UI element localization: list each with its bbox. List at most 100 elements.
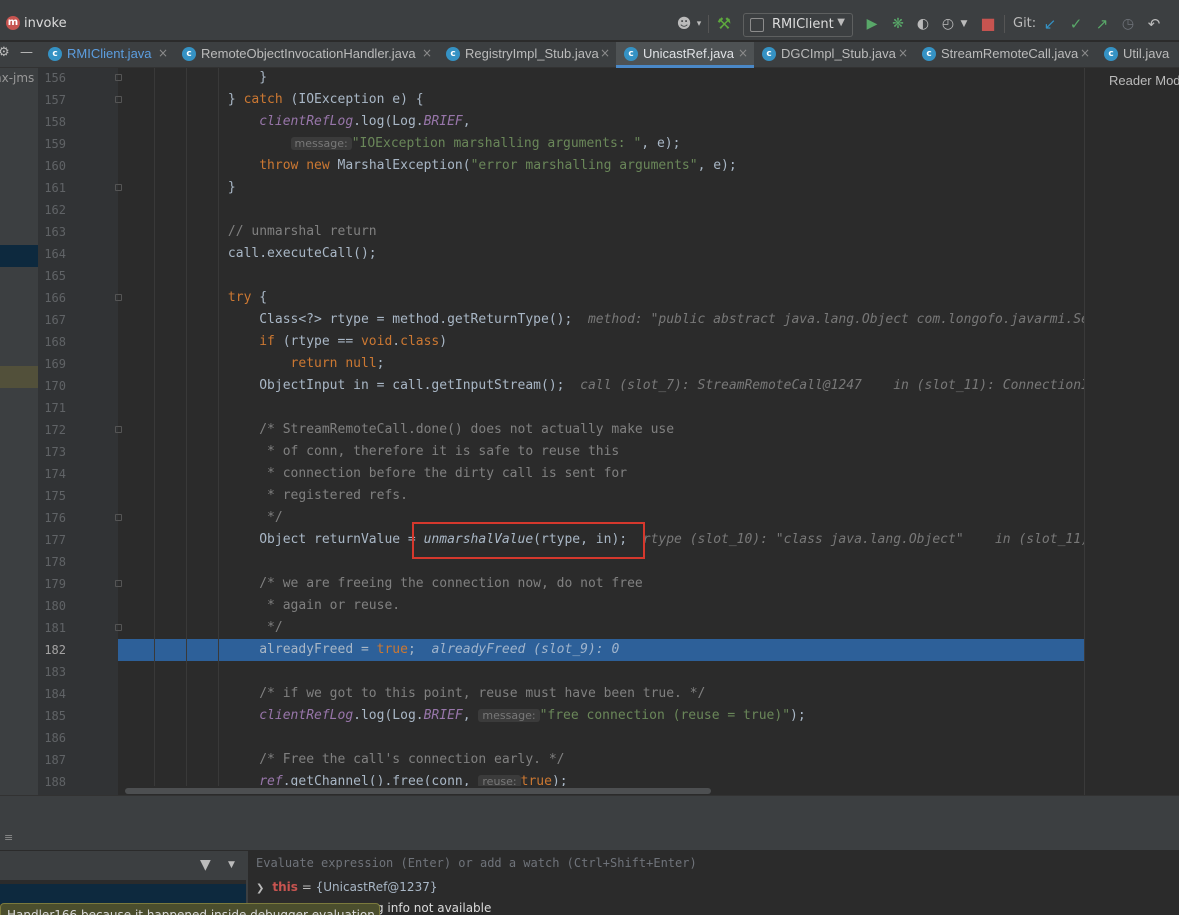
code-line[interactable]: * again or reuse. (134, 595, 400, 617)
user-icon[interactable]: ☻ (674, 14, 694, 34)
line-number[interactable]: 185 (38, 705, 66, 727)
code-line[interactable]: } catch (IOException e) { (134, 89, 424, 111)
project-breadcrumb[interactable]: invoke (24, 16, 67, 31)
git-push-icon[interactable]: ↗ (1092, 14, 1112, 34)
fold-marker-icon[interactable] (115, 294, 122, 301)
tab-registry-impl-stub[interactable]: c RegistryImpl_Stub.java × (438, 42, 616, 68)
reader-mode-toggle[interactable]: Reader Mode (1109, 73, 1179, 88)
fold-marker-icon[interactable] (115, 624, 122, 631)
code-line[interactable] (134, 397, 142, 419)
horizontal-scrollbar-thumb[interactable] (125, 788, 711, 794)
line-number[interactable]: 177 (38, 529, 66, 551)
code-line[interactable]: * of conn, therefore it is safe to reuse… (134, 441, 619, 463)
fold-marker-icon[interactable] (115, 514, 122, 521)
code-line[interactable]: throw new MarshalException("error marsha… (134, 155, 736, 177)
evaluate-expression-input[interactable]: Evaluate expression (Enter) or add a wat… (256, 856, 697, 870)
close-icon[interactable]: × (158, 46, 168, 60)
code-line-current[interactable]: alreadyFreed = true; alreadyFreed (slot_… (134, 639, 619, 661)
line-number[interactable]: 178 (38, 551, 66, 573)
git-commit-icon[interactable]: ✓ (1066, 14, 1086, 34)
code-line[interactable]: clientRefLog.log(Log.BRIEF, (134, 111, 470, 133)
line-number[interactable]: 181 (38, 617, 66, 639)
tab-util[interactable]: c Util.java (1096, 42, 1179, 68)
minimize-icon[interactable]: — (20, 45, 33, 60)
code-line[interactable]: */ (134, 507, 283, 529)
code-line[interactable]: message: "IOException marshalling argumen… (134, 133, 680, 155)
coverage-icon[interactable]: ◐ (913, 14, 933, 34)
line-number[interactable]: 186 (38, 727, 66, 749)
line-number[interactable]: 179 (38, 573, 66, 595)
code-line[interactable]: if (rtype == void.class) (134, 331, 447, 353)
selected-tree-row[interactable] (0, 245, 38, 267)
line-number[interactable]: 183 (38, 661, 66, 683)
line-number[interactable]: 184 (38, 683, 66, 705)
line-number[interactable]: 160 (38, 155, 66, 177)
line-number[interactable]: 159 (38, 133, 66, 155)
line-number[interactable]: 162 (38, 199, 66, 221)
git-history-icon[interactable]: ◷ (1118, 14, 1138, 34)
tab-remote-object-invocation-handler[interactable]: c RemoteObjectInvocationHandler.java × (174, 42, 438, 68)
code-line[interactable]: /* StreamRemoteCall.done() does not actu… (134, 419, 674, 441)
tab-dgcimpl-stub[interactable]: c DGCImpl_Stub.java × (754, 42, 914, 68)
stop-icon[interactable]: ■ (978, 14, 998, 34)
line-number[interactable]: 172 (38, 419, 66, 441)
run-config-selector[interactable]: RMIClient ▼ (743, 13, 853, 37)
line-number[interactable]: 168 (38, 331, 66, 353)
code-line[interactable]: * registered refs. (134, 485, 408, 507)
code-line[interactable] (134, 727, 142, 749)
expand-arrow-icon[interactable]: ❯ (256, 883, 264, 894)
line-number[interactable]: 188 (38, 771, 66, 793)
code-line[interactable]: ObjectInput in = call.getInputStream(); … (134, 375, 1167, 397)
fold-marker-icon[interactable] (115, 580, 122, 587)
line-number[interactable]: 171 (38, 397, 66, 419)
user-dropdown-icon[interactable]: ▾ (694, 14, 704, 34)
build-hammer-icon[interactable]: ⚒ (714, 14, 734, 34)
code-line[interactable]: } (134, 67, 267, 89)
filter-icon[interactable]: ▼ (200, 857, 211, 873)
filter-dropdown-icon[interactable]: ▼ (228, 860, 235, 870)
code-line[interactable] (134, 199, 142, 221)
tab-unicastref[interactable]: c UnicastRef.java × (616, 42, 754, 68)
current-line-number[interactable]: 182 (38, 639, 66, 661)
code-line[interactable]: } (134, 177, 236, 199)
line-number[interactable]: 170 (38, 375, 66, 397)
tab-rmiclient[interactable]: c RMIClient.java × (40, 42, 174, 68)
run-icon[interactable]: ▶ (862, 14, 882, 34)
line-number[interactable]: 163 (38, 221, 66, 243)
code-line[interactable]: /* if we got to this point, reuse must h… (134, 683, 705, 705)
code-line[interactable] (134, 551, 142, 573)
code-line[interactable] (134, 661, 142, 683)
line-number[interactable]: 156 (38, 67, 66, 89)
close-icon[interactable]: × (600, 46, 610, 60)
settings-gear-icon[interactable]: ⚙ (0, 45, 10, 60)
line-number[interactable]: 173 (38, 441, 66, 463)
line-number[interactable]: 161 (38, 177, 66, 199)
code-line[interactable]: Class<?> rtype = method.getReturnType();… (134, 309, 1167, 331)
code-line[interactable]: call.executeCall(); (134, 243, 377, 265)
code-line[interactable]: /* Free the call's connection early. */ (134, 749, 564, 771)
variable-row[interactable]: ❯ this = {UnicastRef@1237} (256, 880, 437, 894)
code-line[interactable] (134, 265, 142, 287)
fold-marker-icon[interactable] (115, 184, 122, 191)
git-update-icon[interactable]: ↙ (1040, 14, 1060, 34)
close-icon[interactable]: × (898, 46, 908, 60)
code-line[interactable]: clientRefLog.log(Log.BRIEF, message: "fre… (134, 705, 805, 727)
selected-frame-row[interactable] (0, 884, 246, 904)
line-number[interactable]: 180 (38, 595, 66, 617)
line-number[interactable]: 169 (38, 353, 66, 375)
code-line[interactable]: Object returnValue = unmarshalValue(rtyp… (134, 529, 1167, 551)
code-line[interactable]: return null; (134, 353, 385, 375)
line-number[interactable]: 164 (38, 243, 66, 265)
line-number[interactable]: 187 (38, 749, 66, 771)
close-icon[interactable]: × (1080, 46, 1090, 60)
tab-stream-remote-call[interactable]: c StreamRemoteCall.java × (914, 42, 1096, 68)
close-icon[interactable]: × (738, 46, 748, 60)
profile-icon[interactable]: ◴ (938, 14, 958, 34)
rollback-icon[interactable]: ↶ (1144, 14, 1164, 34)
code-line[interactable]: /* we are freeing the connection now, do… (134, 573, 643, 595)
code-line[interactable]: try { (134, 287, 267, 309)
debug-bug-icon[interactable]: ❋ (888, 14, 908, 34)
code-line[interactable]: * connection before the dirty call is se… (134, 463, 627, 485)
more-run-dropdown-icon[interactable]: ▼ (958, 14, 970, 34)
line-number[interactable]: 167 (38, 309, 66, 331)
